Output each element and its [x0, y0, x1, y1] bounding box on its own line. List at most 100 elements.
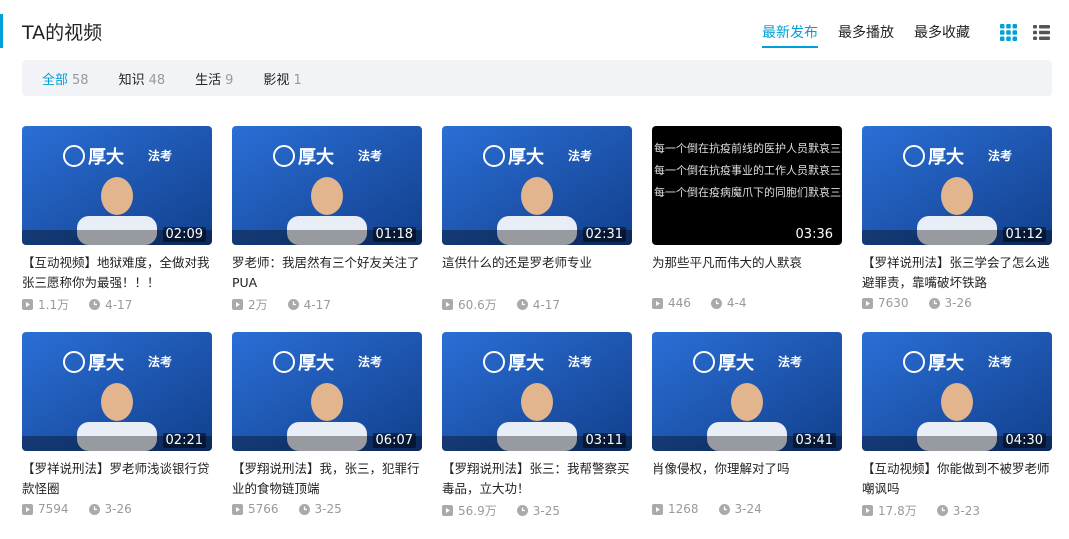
play-count: 446	[652, 296, 691, 310]
video-title[interactable]: 【罗翔说刑法】张三：我帮警察买毒品，立大功！	[442, 459, 632, 499]
play-count-icon	[232, 299, 243, 310]
play-count-value: 7594	[38, 502, 69, 516]
sort-tab-newest[interactable]: 最新发布	[762, 22, 818, 48]
logo-brush-text: 厚大	[88, 352, 124, 374]
video-title[interactable]: 【罗祥说刑法】张三学会了怎么逃避罪责，靠嘴破坏铁路	[862, 253, 1052, 293]
video-duration: 02:31	[582, 227, 626, 242]
upload-date: 4-17	[516, 298, 560, 312]
video-title[interactable]: 肖像侵权，你理解对了吗	[652, 459, 842, 499]
logo-subtitle: 法考	[988, 148, 1012, 163]
video-meta: 2万 4-17	[232, 296, 422, 313]
video-card[interactable]: 厚大 法考 01:18 罗老师：我居然有三个好友关注了PUA 2万 4-17	[232, 126, 422, 313]
play-count-value: 1.1万	[38, 298, 70, 312]
play-count-icon	[232, 503, 243, 515]
video-card[interactable]: 厚大 法考 04:30 【互动视频】你能做到不被罗老师嘲讽吗 17.8万 3-23	[862, 332, 1052, 519]
presenter-head	[101, 383, 133, 421]
presenter-head	[521, 383, 553, 421]
video-thumbnail[interactable]: 厚大 法考 03:11	[442, 332, 632, 451]
logo-brush-text: 厚大	[718, 352, 754, 374]
logo-subtitle: 法考	[358, 354, 382, 369]
play-count: 2万	[232, 296, 268, 313]
sort-tab-most-played[interactable]: 最多播放	[838, 22, 894, 48]
video-duration: 06:07	[372, 433, 416, 448]
video-title[interactable]: 【互动视频】你能做到不被罗老师嘲讽吗	[862, 459, 1052, 499]
clock-icon	[298, 503, 310, 515]
video-title[interactable]: 为那些平凡而伟大的人默哀	[652, 253, 842, 293]
category-filter-bar: 全部 58 知识 48 生活 9 影视 1	[22, 60, 1052, 96]
video-thumbnail[interactable]: 厚大 法考 04:30	[862, 332, 1052, 451]
video-meta: 60.6万 4-17	[442, 296, 632, 313]
video-meta: 1268 3-24	[652, 502, 842, 516]
play-count-value: 56.9万	[458, 504, 497, 518]
list-view-icon[interactable]	[1033, 24, 1050, 41]
logo-brush-text: 厚大	[88, 146, 124, 168]
video-card[interactable]: 厚大 法考 06:07 【罗翔说刑法】我，张三，犯罪行业的食物链顶端 5766 3…	[232, 332, 422, 516]
video-card[interactable]: 厚大 法考 02:09 【互动视频】地狱难度，全做对我张三愿称你为最强！！！ 1.…	[22, 126, 212, 313]
video-thumbnail[interactable]: 厚大 法考 02:09	[22, 126, 212, 245]
play-count: 7594	[22, 502, 69, 516]
filter-life[interactable]: 生活 9	[195, 69, 233, 88]
play-count-value: 446	[668, 296, 691, 310]
video-thumbnail[interactable]: 每一个倒在抗疫前线的医护人员默哀三分钟每一个倒在抗疫事业的工作人员默哀三分钟每一…	[652, 126, 842, 245]
upload-date: 4-17	[89, 298, 132, 312]
play-count: 60.6万	[442, 296, 497, 313]
upload-date: 3-26	[88, 502, 132, 516]
logo-brush-text: 厚大	[298, 146, 334, 168]
upload-date: 3-24	[718, 502, 762, 516]
video-card[interactable]: 厚大 法考 03:41 肖像侵权，你理解对了吗 1268 3-24	[652, 332, 842, 516]
clock-icon	[89, 299, 101, 310]
upload-date-value: 3-26	[944, 296, 972, 310]
play-count-icon	[862, 505, 873, 516]
upload-date: 3-25	[516, 503, 560, 518]
video-card[interactable]: 厚大 法考 02:31 這供什么的还是罗老师专业 60.6万 4-17	[442, 126, 632, 313]
logo-subtitle: 法考	[778, 354, 802, 369]
video-duration: 01:18	[372, 227, 416, 242]
logo-subtitle: 法考	[148, 354, 172, 369]
presenter-head	[731, 383, 763, 421]
upload-date-value: 3-23	[952, 503, 980, 518]
video-title[interactable]: 【互动视频】地狱难度，全做对我张三愿称你为最强！！！	[22, 253, 212, 293]
logo-subtitle: 法考	[358, 148, 382, 163]
filter-knowledge[interactable]: 知识 48	[119, 69, 166, 88]
video-duration: 03:41	[792, 433, 836, 448]
video-thumbnail[interactable]: 厚大 法考 02:21	[22, 332, 212, 451]
play-count-value: 7630	[878, 296, 909, 310]
video-thumbnail[interactable]: 厚大 法考 06:07	[232, 332, 422, 451]
filter-film[interactable]: 影视 1	[263, 69, 301, 88]
thumb-caption-line: 每一个倒在抗疫前线的医护人员默哀三分钟	[654, 141, 842, 155]
play-count: 1.1万	[22, 296, 69, 313]
video-card[interactable]: 厚大 法考 02:21 【罗祥说刑法】罗老师浅谈银行贷款怪圈 7594 3-26	[22, 332, 212, 516]
video-title[interactable]: 【罗祥说刑法】罗老师浅谈银行贷款怪圈	[22, 459, 212, 499]
video-meta: 5766 3-25	[232, 502, 422, 516]
logo-subtitle: 法考	[568, 354, 592, 369]
upload-date-value: 3-25	[532, 503, 560, 518]
play-count: 17.8万	[862, 502, 917, 519]
upload-date: 4-4	[710, 296, 747, 310]
video-meta: 446 4-4	[652, 296, 842, 310]
video-card[interactable]: 厚大 法考 01:12 【罗祥说刑法】张三学会了怎么逃避罪责，靠嘴破坏铁路 763…	[862, 126, 1052, 310]
clock-icon	[928, 297, 940, 309]
video-card[interactable]: 厚大 法考 03:11 【罗翔说刑法】张三：我帮警察买毒品，立大功！ 56.9万 …	[442, 332, 632, 519]
video-meta: 17.8万 3-23	[862, 502, 1052, 519]
upload-date-value: 4-17	[303, 297, 331, 312]
filter-all[interactable]: 全部 58	[42, 69, 89, 88]
video-thumbnail[interactable]: 厚大 法考 03:41	[652, 332, 842, 451]
grid-view-icon[interactable]	[1000, 24, 1017, 41]
title-accent-bar	[0, 14, 3, 48]
video-title[interactable]: 這供什么的还是罗老师专业	[442, 253, 632, 293]
sort-tab-most-favorited[interactable]: 最多收藏	[914, 22, 970, 48]
video-thumbnail[interactable]: 厚大 法考 01:18	[232, 126, 422, 245]
upload-date-value: 3-25	[314, 502, 342, 516]
video-card[interactable]: 每一个倒在抗疫前线的医护人员默哀三分钟每一个倒在抗疫事业的工作人员默哀三分钟每一…	[652, 126, 842, 310]
video-title[interactable]: 罗老师：我居然有三个好友关注了PUA	[232, 253, 422, 293]
video-duration: 03:36	[792, 227, 836, 242]
video-thumbnail[interactable]: 厚大 法考 01:12	[862, 126, 1052, 245]
video-thumbnail[interactable]: 厚大 法考 02:31	[442, 126, 632, 245]
video-meta: 7630 3-26	[862, 296, 1052, 310]
video-meta: 1.1万 4-17	[22, 296, 212, 313]
presenter-head	[521, 177, 553, 215]
clock-icon	[287, 299, 299, 310]
sort-tabs: 最新发布 最多播放 最多收藏	[762, 22, 970, 48]
video-title[interactable]: 【罗翔说刑法】我，张三，犯罪行业的食物链顶端	[232, 459, 422, 499]
play-count-value: 1268	[668, 502, 699, 516]
